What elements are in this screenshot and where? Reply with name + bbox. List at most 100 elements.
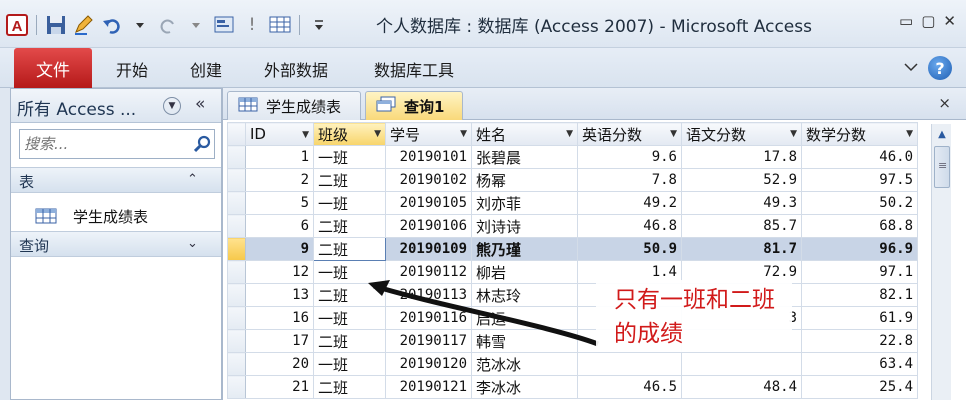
table-row[interactable]: 5 一班 20190105 刘亦菲 49.2 49.3 50.2: [227, 191, 918, 215]
table-cell[interactable]: 16: [245, 306, 314, 330]
column-header[interactable]: 班级 ▼: [313, 122, 386, 146]
row-selector[interactable]: [227, 145, 246, 169]
table-cell[interactable]: 二班: [313, 214, 386, 238]
table-cell[interactable]: 9: [245, 237, 314, 261]
scroll-thumb[interactable]: [934, 146, 950, 188]
nav-group-queries[interactable]: 查询 ⌄: [11, 231, 221, 257]
undo-icon[interactable]: [101, 14, 123, 36]
row-selector[interactable]: [227, 214, 246, 238]
row-selector[interactable]: [227, 306, 246, 330]
nav-item-student-scores[interactable]: 学生成绩表: [11, 199, 221, 231]
column-header[interactable]: 数学分数 ▼: [801, 122, 918, 146]
table-cell[interactable]: 17.8: [681, 145, 802, 169]
form-view-icon[interactable]: [213, 14, 235, 36]
nav-pane-title[interactable]: 所有 Access ...: [17, 95, 136, 120]
row-selector[interactable]: [227, 329, 246, 353]
row-selector[interactable]: [227, 375, 246, 399]
tab-database-tools[interactable]: 数据库工具: [374, 57, 454, 81]
table-cell[interactable]: 刘亦菲: [471, 191, 578, 215]
undo-dropdown-icon[interactable]: [129, 14, 151, 36]
table-cell[interactable]: 2: [245, 168, 314, 192]
table-cell[interactable]: 20190102: [385, 168, 472, 192]
column-header[interactable]: 学号 ▼: [385, 122, 472, 146]
row-selector[interactable]: [227, 352, 246, 376]
table-cell[interactable]: 97.1: [801, 260, 918, 284]
table-cell[interactable]: 李冰冰: [471, 375, 578, 399]
table-cell[interactable]: 刘诗诗: [471, 214, 578, 238]
save-icon[interactable]: [45, 14, 67, 36]
table-cell[interactable]: 68.8: [801, 214, 918, 238]
vertical-scrollbar[interactable]: ▲: [931, 124, 951, 400]
table-cell[interactable]: 一班: [313, 145, 386, 169]
exclamation-icon[interactable]: !: [241, 14, 263, 36]
table-cell[interactable]: 20: [245, 352, 314, 376]
select-all-corner[interactable]: [227, 122, 246, 146]
table-cell[interactable]: 一班: [313, 191, 386, 215]
table-cell[interactable]: 20190105: [385, 191, 472, 215]
tab-student-scores[interactable]: 学生成绩表: [227, 91, 361, 120]
table-cell[interactable]: 1: [245, 145, 314, 169]
table-cell[interactable]: 97.5: [801, 168, 918, 192]
tab-file[interactable]: 文件: [14, 48, 92, 88]
table-cell[interactable]: 46.5: [577, 375, 682, 399]
table-cell[interactable]: 熊乃瑾: [471, 237, 578, 261]
table-row[interactable]: 2 二班 20190102 杨幂 7.8 52.9 97.5: [227, 168, 918, 192]
table-row[interactable]: 9 二班 20190109 熊乃瑾 50.9 81.7 96.9: [227, 237, 918, 261]
table-cell[interactable]: 6: [245, 214, 314, 238]
table-cell[interactable]: 46.8: [577, 214, 682, 238]
table-cell[interactable]: 21: [245, 375, 314, 399]
table-cell[interactable]: 20190101: [385, 145, 472, 169]
table-cell[interactable]: 49.3: [681, 191, 802, 215]
table-cell[interactable]: 20190121: [385, 375, 472, 399]
table-cell[interactable]: 杨幂: [471, 168, 578, 192]
row-selector[interactable]: [227, 283, 246, 307]
table-cell[interactable]: 张碧晨: [471, 145, 578, 169]
nav-group-tables[interactable]: 表 ⌃: [11, 167, 221, 193]
table-row[interactable]: 6 二班 20190106 刘诗诗 46.8 85.7 68.8: [227, 214, 918, 238]
table-cell[interactable]: 二班: [313, 375, 386, 399]
table-cell[interactable]: 20190109: [385, 237, 472, 261]
table-cell[interactable]: 96.9: [801, 237, 918, 261]
table-cell[interactable]: 12: [245, 260, 314, 284]
help-button[interactable]: ?: [928, 56, 952, 80]
datasheet-icon[interactable]: [269, 14, 291, 36]
row-selector[interactable]: [227, 237, 246, 261]
table-cell[interactable]: 48.4: [681, 375, 802, 399]
column-header[interactable]: 英语分数 ▼: [577, 122, 682, 146]
table-cell[interactable]: 25.4: [801, 375, 918, 399]
column-header[interactable]: 姓名 ▼: [471, 122, 578, 146]
table-cell[interactable]: 22.8: [801, 329, 918, 353]
redo-dropdown-icon[interactable]: [185, 14, 207, 36]
scroll-up-icon[interactable]: ▲: [934, 126, 950, 142]
redo-icon[interactable]: [157, 14, 179, 36]
table-cell[interactable]: 7.8: [577, 168, 682, 192]
tab-external-data[interactable]: 外部数据: [264, 57, 328, 81]
minimize-button[interactable]: ▭: [899, 12, 913, 30]
minimize-ribbon-icon[interactable]: [904, 60, 918, 76]
table-cell[interactable]: 20190106: [385, 214, 472, 238]
close-button[interactable]: ✕: [943, 12, 956, 30]
table-cell[interactable]: 50.2: [801, 191, 918, 215]
restore-button[interactable]: ▢: [921, 12, 935, 30]
table-cell[interactable]: 9.6: [577, 145, 682, 169]
tab-query1[interactable]: 查询1: [365, 91, 463, 120]
column-header[interactable]: 语文分数 ▼: [681, 122, 802, 146]
table-cell[interactable]: 52.9: [681, 168, 802, 192]
nav-pane-menu-icon[interactable]: ▼: [163, 97, 181, 115]
edit-icon[interactable]: [73, 14, 95, 36]
table-cell[interactable]: 二班: [313, 237, 386, 261]
row-selector[interactable]: [227, 191, 246, 215]
column-header[interactable]: ID ▼: [245, 122, 314, 146]
close-document-button[interactable]: ×: [938, 94, 951, 112]
table-cell[interactable]: 17: [245, 329, 314, 353]
nav-search-input[interactable]: [20, 130, 190, 158]
table-cell[interactable]: 5: [245, 191, 314, 215]
customize-toolbar-icon[interactable]: [308, 14, 330, 36]
table-cell[interactable]: 81.7: [681, 237, 802, 261]
tab-create[interactable]: 创建: [190, 57, 222, 81]
table-cell[interactable]: 63.4: [801, 352, 918, 376]
row-selector[interactable]: [227, 260, 246, 284]
table-row[interactable]: 1 一班 20190101 张碧晨 9.6 17.8 46.0: [227, 145, 918, 169]
table-cell[interactable]: 82.1: [801, 283, 918, 307]
tab-home[interactable]: 开始: [116, 57, 148, 81]
